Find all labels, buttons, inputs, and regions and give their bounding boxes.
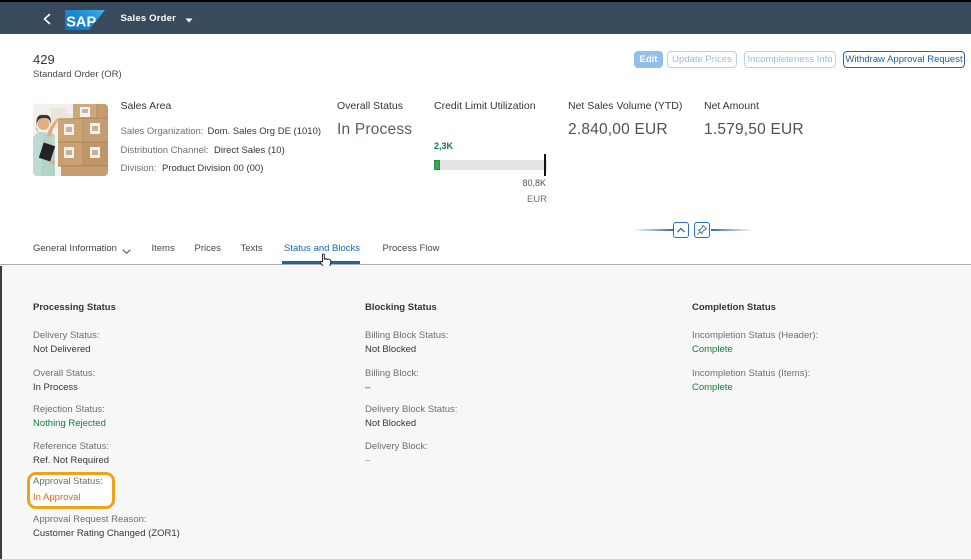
svg-text:SAP: SAP (66, 14, 96, 30)
